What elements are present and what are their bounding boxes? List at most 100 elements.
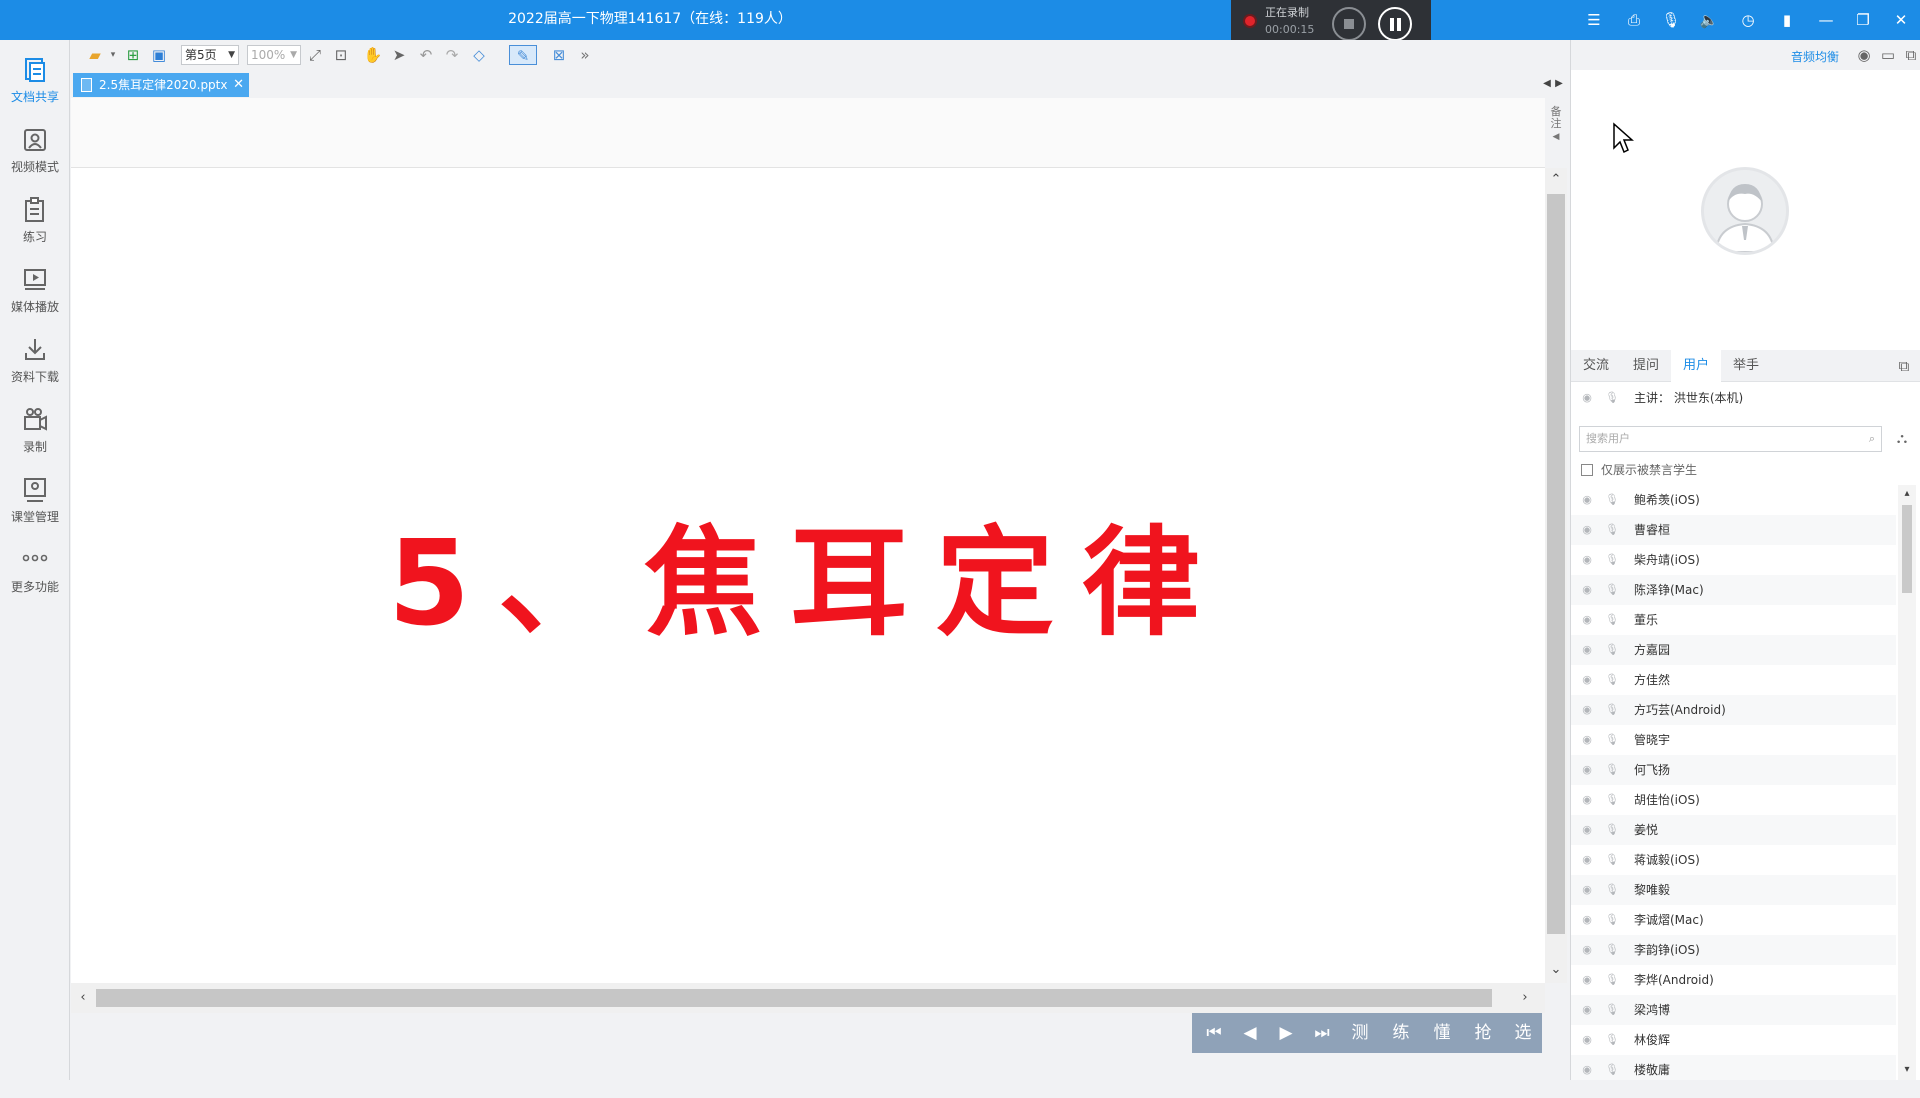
scroll-up-icon[interactable]: ⌃ bbox=[1546, 170, 1566, 190]
camera-icon[interactable]: ◉ bbox=[1854, 45, 1874, 65]
zoom-select[interactable]: 100% ▼ bbox=[247, 45, 301, 65]
list-item[interactable]: ◉ 🎙 方巧芸(Android) bbox=[1571, 695, 1896, 725]
microphone-icon[interactable]: 🎙 bbox=[1605, 392, 1619, 404]
previous-page-icon[interactable]: ◀ bbox=[1232, 1013, 1268, 1053]
camera-icon[interactable]: ◉ bbox=[1581, 944, 1593, 956]
redo-icon[interactable]: ↷ bbox=[442, 45, 462, 65]
horizontal-scroll-thumb[interactable] bbox=[96, 989, 1492, 1007]
list-item[interactable]: ◉ 🎙 管晓宇 bbox=[1571, 725, 1896, 755]
only-muted-checkbox[interactable]: 仅展示被禁言学生 bbox=[1581, 460, 1697, 480]
sidebar-item-more[interactable]: 更多功能 bbox=[0, 540, 70, 602]
minimize-icon[interactable]: — bbox=[1816, 10, 1836, 30]
camera-icon[interactable]: ◉ bbox=[1581, 584, 1593, 596]
signal-icon[interactable]: ▮ bbox=[1777, 10, 1797, 30]
list-item[interactable]: ◉ 🎙 方嘉园 bbox=[1571, 635, 1896, 665]
list-item[interactable]: ◉ 🎙 柴舟靖(iOS) bbox=[1571, 545, 1896, 575]
scroll-down-icon[interactable]: ⌄ bbox=[1546, 960, 1566, 980]
camera-icon[interactable]: ◉ bbox=[1581, 884, 1593, 896]
camera-icon[interactable]: ◉ bbox=[1581, 524, 1593, 536]
camera-icon[interactable]: ◉ bbox=[1581, 674, 1593, 686]
microphone-icon[interactable]: 🎙 bbox=[1605, 554, 1619, 566]
scroll-up-icon[interactable]: ▴ bbox=[1897, 484, 1917, 504]
camera-icon[interactable]: ◉ bbox=[1581, 854, 1593, 866]
vertical-scroll-thumb[interactable] bbox=[1547, 194, 1565, 934]
save-icon[interactable]: ▣ bbox=[149, 45, 169, 65]
microphone-icon[interactable]: 🎙 bbox=[1605, 944, 1619, 956]
microphone-icon[interactable]: 🎙 bbox=[1605, 644, 1619, 656]
microphone-icon[interactable]: 🎙 bbox=[1605, 1004, 1619, 1016]
slide-canvas[interactable]: 5、焦耳定律 bbox=[71, 168, 1545, 983]
whiteboard-icon[interactable]: ⊠ bbox=[549, 45, 569, 65]
camera-icon[interactable]: ◉ bbox=[1581, 1064, 1593, 1076]
list-item[interactable]: ◉ 🎙 董乐 bbox=[1571, 605, 1896, 635]
list-item[interactable]: ◉ 🎙 陈泽铮(Mac) bbox=[1571, 575, 1896, 605]
tab-document[interactable]: 2.5焦耳定律2020.pptx ✕ bbox=[73, 73, 249, 97]
camera-icon[interactable]: ◉ bbox=[1581, 1034, 1593, 1046]
tab-users[interactable]: 用户 bbox=[1671, 350, 1721, 383]
search-icon[interactable]: ⌕ bbox=[1869, 427, 1875, 451]
sidebar-item-class-manage[interactable]: 课堂管理 bbox=[0, 470, 70, 532]
checkbox-icon[interactable] bbox=[1581, 464, 1593, 476]
close-icon[interactable]: ✕ bbox=[1891, 10, 1911, 30]
scroll-right-icon[interactable]: › bbox=[1515, 988, 1535, 1008]
screen-icon[interactable]: ▭ bbox=[1878, 45, 1898, 65]
camera-icon[interactable]: ◉ bbox=[1581, 734, 1593, 746]
microphone-icon[interactable]: 🎙 bbox=[1605, 494, 1619, 506]
scroll-down-icon[interactable]: ▾ bbox=[1897, 1060, 1917, 1080]
list-item[interactable]: ◉ 🎙 胡佳怡(iOS) bbox=[1571, 785, 1896, 815]
list-item[interactable]: ◉ 🎙 鲍希羡(iOS) bbox=[1571, 485, 1896, 515]
vertical-scrollbar[interactable]: ⌃ ⌄ bbox=[1545, 168, 1567, 983]
speaker-icon[interactable]: 🔈 bbox=[1699, 10, 1719, 30]
close-tab-icon[interactable]: ✕ bbox=[233, 73, 244, 97]
menu-icon[interactable]: ☰ bbox=[1584, 10, 1604, 30]
list-item[interactable]: ◉ 🎙 李诚熠(Mac) bbox=[1571, 905, 1896, 935]
list-item[interactable]: ◉ 🎙 李韵铮(iOS) bbox=[1571, 935, 1896, 965]
chevron-down-icon[interactable]: ▾ bbox=[103, 45, 123, 65]
camera-icon[interactable]: ◉ bbox=[1581, 794, 1593, 806]
microphone-icon[interactable]: 🎙 bbox=[1605, 824, 1619, 836]
list-item[interactable]: ◉ 🎙 蒋诚毅(iOS) bbox=[1571, 845, 1896, 875]
search-input[interactable]: 搜索用户 ⌕ bbox=[1579, 426, 1882, 452]
camera-icon[interactable]: ◉ bbox=[1581, 914, 1593, 926]
user-group-icon[interactable]: ⛬ bbox=[1892, 428, 1912, 448]
fit-screen-icon[interactable]: ⤢ bbox=[305, 45, 325, 65]
restore-icon[interactable]: ❐ bbox=[1853, 10, 1873, 30]
share-icon[interactable]: ⎙ bbox=[1624, 10, 1644, 30]
microphone-icon[interactable]: 🎙 bbox=[1605, 524, 1619, 536]
camera-icon[interactable]: ◉ bbox=[1581, 704, 1593, 716]
grab-button[interactable]: 抢 bbox=[1465, 1013, 1501, 1053]
microphone-icon[interactable]: 🎙 bbox=[1605, 614, 1619, 626]
microphone-icon[interactable]: 🎙 bbox=[1661, 10, 1681, 30]
microphone-icon[interactable]: 🎙 bbox=[1605, 674, 1619, 686]
camera-icon[interactable]: ◉ bbox=[1581, 392, 1593, 404]
audio-balance-link[interactable]: 音频均衡 bbox=[1791, 48, 1839, 65]
popout-icon[interactable]: ⧉ bbox=[1894, 356, 1914, 376]
scroll-left-icon[interactable]: ‹ bbox=[73, 988, 93, 1008]
list-item[interactable]: ◉ 🎙 方佳然 bbox=[1571, 665, 1896, 695]
microphone-icon[interactable]: 🎙 bbox=[1605, 1034, 1619, 1046]
microphone-icon[interactable]: 🎙 bbox=[1605, 794, 1619, 806]
pointer-icon[interactable]: ➤ bbox=[389, 45, 409, 65]
test-button[interactable]: 测 bbox=[1342, 1013, 1378, 1053]
choose-button[interactable]: 选 bbox=[1505, 1013, 1541, 1053]
sidebar-item-download[interactable]: 资料下载 bbox=[0, 330, 70, 392]
tab-scroll-right-icon[interactable]: ▶ bbox=[1549, 74, 1569, 94]
microphone-icon[interactable]: 🎙 bbox=[1605, 914, 1619, 926]
microphone-icon[interactable]: 🎙 bbox=[1605, 734, 1619, 746]
microphone-icon[interactable]: 🎙 bbox=[1605, 704, 1619, 716]
page-select[interactable]: 第5页 ▼ bbox=[181, 45, 239, 65]
list-item[interactable]: ◉ 🎙 楼敬庸 bbox=[1571, 1055, 1896, 1080]
microphone-icon[interactable]: 🎙 bbox=[1605, 1064, 1619, 1076]
sidebar-item-video-mode[interactable]: 视频模式 bbox=[0, 120, 70, 182]
camera-icon[interactable]: ◉ bbox=[1581, 1004, 1593, 1016]
new-document-icon[interactable]: ⊞ bbox=[123, 45, 143, 65]
practice-button[interactable]: 练 bbox=[1383, 1013, 1419, 1053]
camera-icon[interactable]: ◉ bbox=[1581, 644, 1593, 656]
camera-icon[interactable]: ◉ bbox=[1581, 494, 1593, 506]
pen-icon[interactable]: ✎ bbox=[509, 45, 537, 65]
microphone-icon[interactable]: 🎙 bbox=[1605, 974, 1619, 986]
microphone-icon[interactable]: 🎙 bbox=[1605, 764, 1619, 776]
microphone-icon[interactable]: 🎙 bbox=[1605, 884, 1619, 896]
camera-icon[interactable]: ◉ bbox=[1581, 974, 1593, 986]
list-item[interactable]: ◉ 🎙 曹睿桓 bbox=[1571, 515, 1896, 545]
